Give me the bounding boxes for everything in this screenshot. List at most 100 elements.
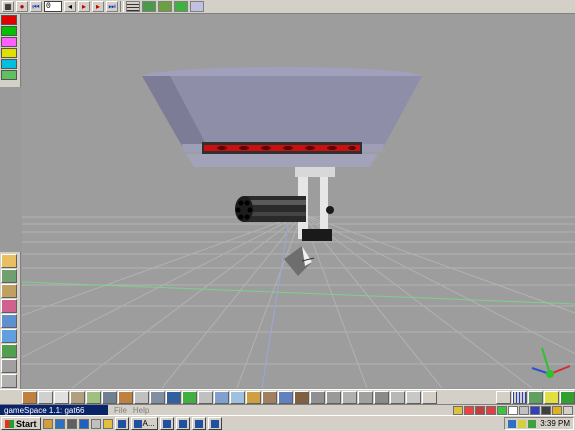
mesh-tool-icon[interactable]	[70, 390, 85, 404]
terrain-icon[interactable]	[142, 1, 156, 12]
check-icon[interactable]	[464, 405, 474, 415]
landscape-icon[interactable]	[158, 1, 172, 12]
taskbar-button-6[interactable]	[207, 417, 222, 430]
bowl-model[interactable]	[142, 67, 422, 152]
camera-tool-icon[interactable]	[1, 314, 17, 328]
status-icons	[453, 405, 575, 415]
viewport-icon[interactable]	[528, 390, 543, 404]
tool-icon[interactable]	[453, 405, 463, 415]
quicklaunch-app-icon[interactable]	[90, 418, 101, 429]
physics-tool-icon[interactable]	[246, 390, 261, 404]
gatling-barrel[interactable]	[235, 196, 306, 222]
render-icon[interactable]	[544, 390, 559, 404]
taskbar-clock: 3:39 PM	[540, 419, 570, 428]
quicklaunch-ie-icon[interactable]	[78, 418, 89, 429]
undo-icon[interactable]	[422, 390, 437, 404]
xyz-axis-gizmo-icon[interactable]	[531, 347, 571, 378]
animation-tool-icon[interactable]	[214, 390, 229, 404]
move-tool-icon[interactable]	[390, 390, 405, 404]
redo-icon[interactable]	[496, 390, 511, 404]
step-back-button[interactable]: ◂	[64, 1, 76, 12]
taskbar-button-2[interactable]: A...	[130, 417, 158, 430]
quicklaunch-outlook-icon[interactable]	[102, 418, 113, 429]
app-status-bar: gameSpace 1.1: gat66 File Help	[0, 404, 575, 416]
settings-tool-icon[interactable]	[326, 390, 341, 404]
taskbar-button-4[interactable]	[175, 417, 190, 430]
color-swatch-red[interactable]	[1, 15, 17, 25]
start-button[interactable]: Start	[1, 417, 41, 430]
go-to-start-button[interactable]: ⏮	[30, 1, 42, 12]
sphere-tool-icon[interactable]	[22, 390, 37, 404]
grid-toggle-icon[interactable]	[512, 390, 527, 404]
spline-tool-icon[interactable]	[198, 390, 213, 404]
taskbar-button-5[interactable]	[191, 417, 206, 430]
cylinder-tool-icon[interactable]	[38, 390, 53, 404]
export-tool-icon[interactable]	[310, 390, 325, 404]
app-icon	[194, 419, 203, 428]
flag-icon[interactable]	[530, 405, 540, 415]
frame-icon[interactable]	[486, 405, 496, 415]
record-button[interactable]: ●	[16, 1, 28, 12]
toolbar-separator	[120, 1, 124, 12]
shortcut-icon[interactable]	[541, 405, 551, 415]
image-tool-icon[interactable]	[166, 390, 181, 404]
cube-tool-icon[interactable]	[102, 390, 117, 404]
tray-antivirus-icon[interactable]	[528, 419, 537, 428]
terrain-tool-icon[interactable]	[1, 269, 17, 283]
menu-help[interactable]: Help	[133, 406, 149, 415]
material-tool-icon[interactable]	[118, 390, 133, 404]
bone-tool-icon[interactable]	[54, 390, 69, 404]
lathe-tool-icon[interactable]	[134, 390, 149, 404]
frame-number-field[interactable]: 0	[44, 1, 62, 12]
world-icon[interactable]	[497, 405, 507, 415]
taskbar-button-1[interactable]	[114, 417, 129, 430]
scale-tool-icon[interactable]	[406, 390, 421, 404]
tray-network-icon[interactable]	[508, 419, 517, 428]
light-tool-icon[interactable]	[86, 390, 101, 404]
taskbar-button-3[interactable]	[159, 417, 174, 430]
script-tool-icon[interactable]	[294, 390, 309, 404]
object-tool-icon[interactable]	[1, 284, 17, 298]
gear-icon[interactable]	[552, 405, 562, 415]
config-icon[interactable]	[475, 405, 485, 415]
people-tool-icon[interactable]	[1, 359, 17, 373]
sky-tool-icon[interactable]	[1, 329, 17, 343]
effect-tool-icon[interactable]	[262, 390, 277, 404]
app-icon	[162, 419, 171, 428]
brush-tool-icon[interactable]	[342, 390, 357, 404]
quicklaunch-media-icon[interactable]	[66, 418, 77, 429]
palette-tool-icon[interactable]	[1, 299, 17, 313]
color-swatch-lightgreen[interactable]	[1, 70, 17, 80]
path-tool-icon[interactable]	[182, 390, 197, 404]
wrench-tool-icon[interactable]	[1, 374, 17, 388]
folder-icon[interactable]	[1, 254, 17, 268]
zoom-tool-icon[interactable]	[358, 390, 373, 404]
landscape-tool-icon[interactable]	[1, 344, 17, 358]
render-settings-icon[interactable]	[190, 1, 204, 12]
camera-view-icon[interactable]	[560, 390, 575, 404]
color-swatch-yellow[interactable]	[1, 48, 17, 58]
menu-file[interactable]: File	[114, 406, 127, 415]
tray-volume-icon[interactable]	[518, 419, 527, 428]
color-swatch-magenta[interactable]	[1, 37, 17, 47]
material-icon[interactable]	[174, 1, 188, 12]
go-to-end-button[interactable]: ⏭	[106, 1, 118, 12]
quicklaunch-explorer-icon[interactable]	[42, 418, 53, 429]
z-axis-line	[261, 213, 291, 388]
rotate-tool-icon[interactable]	[374, 390, 389, 404]
quicklaunch-desktop-icon[interactable]	[54, 418, 65, 429]
output-icon[interactable]	[519, 405, 529, 415]
close-icon[interactable]	[563, 405, 573, 415]
color-swatch-green[interactable]	[1, 26, 17, 36]
layout-icon[interactable]: ▦	[2, 1, 14, 12]
terrain-mesh-icon[interactable]	[150, 390, 165, 404]
turret-ring[interactable]	[186, 142, 378, 167]
3d-viewport[interactable]	[22, 14, 575, 388]
step-forward-button[interactable]: ▸	[92, 1, 104, 12]
grid-view-icon[interactable]	[126, 1, 140, 12]
sound-tool-icon[interactable]	[278, 390, 293, 404]
play-button[interactable]: ▸	[78, 1, 90, 12]
color-swatch-cyan[interactable]	[1, 59, 17, 69]
bones-tool-icon[interactable]	[230, 390, 245, 404]
info-icon[interactable]	[508, 405, 518, 415]
